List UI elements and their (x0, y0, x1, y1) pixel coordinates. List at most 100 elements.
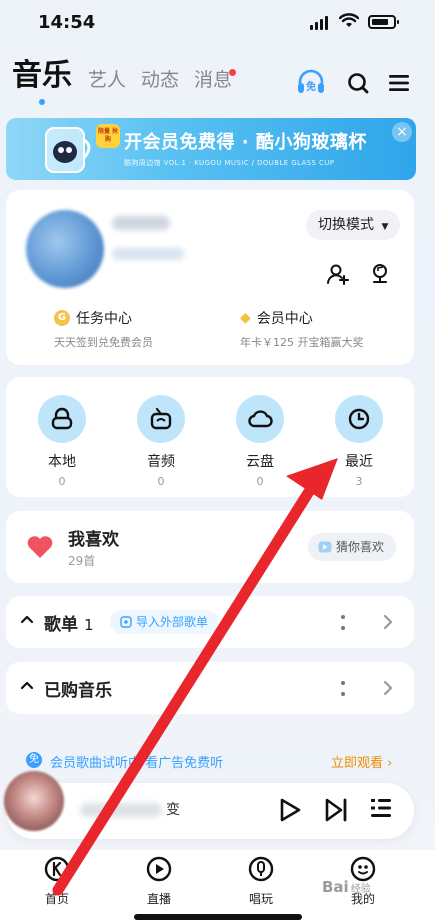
home-k-icon (44, 856, 70, 882)
next-icon (325, 798, 347, 822)
switch-mode-button[interactable]: 切换模式 ▼ (306, 210, 401, 240)
quick-item-count: 0 (58, 475, 66, 488)
mic-music-icon (373, 264, 387, 283)
battery-icon (368, 15, 399, 29)
more-icon[interactable] (340, 614, 346, 632)
playlist-queue-button[interactable] (370, 797, 392, 823)
banner-title: 开会员免费得 · 酷小狗玻璃杯 (124, 132, 367, 153)
mini-player[interactable]: 变 (4, 771, 414, 839)
import-playlist-label: 导入外部歌单 (136, 615, 209, 629)
audio-icon (150, 407, 172, 430)
svg-text:免: 免 (306, 80, 316, 93)
guess-you-like-button[interactable]: 猜你喜欢 (308, 533, 397, 561)
tab-artists[interactable]: 艺人 (88, 65, 126, 92)
nav-label: 首页 (44, 892, 69, 906)
free-listen-button[interactable]: 免 (296, 68, 326, 100)
chevron-right-icon[interactable] (382, 614, 394, 630)
caret-down-icon: ▼ (381, 222, 389, 232)
coin-icon: G (54, 310, 70, 326)
tab-messages[interactable]: 消息 (194, 65, 232, 92)
quick-item-label: 云盘 (246, 454, 274, 470)
more-icon[interactable] (340, 680, 346, 698)
play-icon (280, 798, 301, 822)
album-cover[interactable] (4, 771, 64, 831)
playlists-count: 1 (84, 616, 94, 634)
watch-now-link[interactable]: 立即观看 › (331, 752, 392, 771)
nav-live[interactable]: 直播 (129, 856, 189, 907)
task-center-desc: 天天签到兑免费会员 (54, 336, 153, 349)
active-tab-indicator (39, 99, 45, 105)
signal-icon (310, 16, 328, 30)
purchased-music-row[interactable]: 已购音乐 (6, 662, 414, 714)
ad-free-bar[interactable]: 免 会员歌曲试听中 看广告免费听 立即观看 › (6, 746, 414, 774)
wifi-icon (339, 13, 359, 27)
banner-close-button[interactable]: × (392, 122, 412, 142)
top-nav: 音乐 艺人 动态 消息 免 (0, 56, 435, 105)
chevron-up-icon (20, 615, 34, 624)
message-badge-dot (229, 69, 236, 76)
quick-item-count: 3 (355, 475, 363, 488)
status-bar: 14:54 (0, 0, 435, 44)
close-icon: × (396, 124, 408, 140)
song-title-tail: 变 (166, 802, 180, 818)
vip-center-desc: 年卡￥125 开宝箱赢大奖 (240, 336, 364, 349)
switch-mode-label: 切换模式 (318, 217, 374, 233)
quick-item-count: 0 (256, 475, 264, 488)
purchased-title: 已购音乐 (44, 681, 112, 701)
nav-label: 唱玩 (248, 892, 273, 906)
search-button[interactable] (347, 72, 369, 98)
chevron-right-icon[interactable] (382, 680, 394, 696)
quick-item-recent[interactable]: 最近 3 (319, 395, 399, 488)
quick-item-cloud[interactable]: 云盘 0 (220, 395, 300, 488)
clock-icon (348, 408, 370, 430)
karaoke-icon (248, 856, 274, 882)
play-button[interactable] (278, 797, 302, 827)
favorites-title: 我喜欢 (68, 530, 119, 550)
watermark-tail: 经验 (350, 884, 371, 895)
task-center[interactable]: G 任务中心 天天签到兑免费会员 (54, 308, 153, 350)
nav-home[interactable]: 首页 (27, 856, 87, 907)
favorites-card[interactable]: 我喜欢 29首 猜你喜欢 (6, 511, 414, 583)
add-user-icon (327, 264, 349, 285)
quick-item-count: 0 (157, 475, 165, 488)
import-playlist-button[interactable]: 导入外部歌单 (110, 610, 219, 634)
quick-access-card: 本地 0 音频 0 云盘 0 最近 3 (6, 377, 414, 497)
vip-center[interactable]: ◆ 会员中心 年卡￥125 开宝箱赢大奖 (240, 308, 364, 350)
menu-icon (389, 75, 409, 91)
playlists-title: 歌单 1 (44, 610, 94, 635)
nav-label: 直播 (146, 892, 171, 906)
user-level-blurred (112, 248, 184, 260)
banner-subtitle: 酷狗周边馆 VOL.1 · KUGOU MUSIC / DOUBLE GLASS… (124, 159, 335, 167)
profile-card: 切换模式 ▼ G 任务中心 天天签到兑免费会员 ◆ 会员中心 年卡￥125 开宝箱赢… (6, 190, 414, 365)
import-icon (120, 616, 132, 628)
tab-music[interactable]: 音乐 (12, 50, 72, 94)
nav-karaoke[interactable]: 唱玩 (231, 856, 291, 907)
menu-button[interactable] (389, 74, 409, 96)
home-indicator (134, 914, 302, 920)
playlists-title-text: 歌单 (44, 615, 78, 635)
add-friend-button[interactable] (326, 262, 350, 290)
quick-item-audio[interactable]: 音频 0 (121, 395, 201, 488)
song-title-blurred (80, 803, 162, 817)
playlists-row[interactable]: 歌单 1 导入外部歌单 (6, 596, 414, 648)
headphone-free-icon: 免 (298, 69, 324, 93)
quick-item-label: 音频 (147, 454, 175, 470)
live-icon (146, 856, 172, 882)
limited-tag: 限量 抢购 (96, 124, 120, 148)
username-blurred (112, 216, 170, 230)
quick-item-local[interactable]: 本地 0 (22, 395, 102, 488)
tab-feed[interactable]: 动态 (141, 65, 179, 92)
watermark-main: Bai (322, 878, 349, 896)
promo-banner[interactable]: 限量 抢购 开会员免费得 · 酷小狗玻璃杯 酷狗周边馆 VOL.1 · KUGO… (6, 118, 416, 180)
play-card-icon (318, 541, 332, 553)
favorites-count: 29首 (68, 554, 96, 568)
recognize-song-button[interactable] (368, 262, 392, 290)
cloud-icon (248, 410, 273, 428)
chevron-up-icon (20, 681, 34, 690)
watermark: Bai 经验 (322, 878, 371, 896)
avatar[interactable] (26, 210, 104, 288)
task-center-title: 任务中心 (76, 311, 132, 327)
diamond-icon: ◆ (240, 310, 251, 326)
next-button[interactable] (324, 797, 348, 827)
local-music-icon (51, 407, 73, 430)
